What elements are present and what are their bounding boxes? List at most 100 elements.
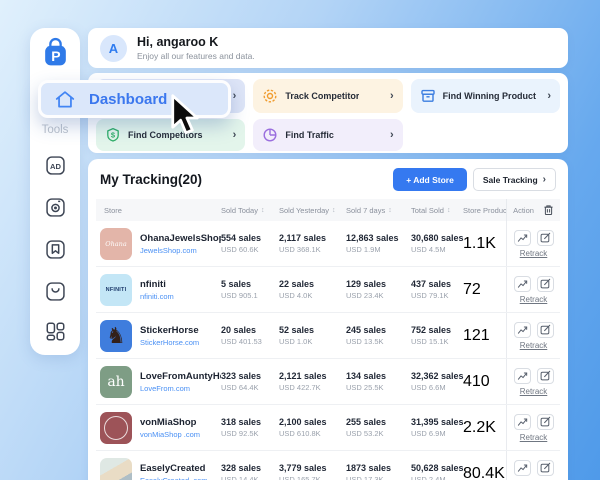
- user-avatar[interactable]: A: [100, 35, 127, 62]
- sidebar-item-ad-icon[interactable]: AD: [30, 156, 80, 175]
- dashboard-tooltip[interactable]: Dashboard: [38, 80, 231, 118]
- edit-icon-button[interactable]: [537, 414, 554, 430]
- action-cell: Retrack: [506, 267, 560, 312]
- sold-yesterday-cell: 3,779 sales USD 165.7K: [279, 463, 346, 480]
- chart-icon-button[interactable]: [514, 230, 531, 246]
- nav-card-find-traffic[interactable]: Find Traffic ›: [253, 119, 402, 151]
- store-products-cell: 2.2K: [463, 419, 506, 437]
- chart-icon-button[interactable]: [514, 460, 531, 476]
- store-avatar: [100, 412, 132, 444]
- edit-icon-button[interactable]: [537, 230, 554, 246]
- table-row: NFINITI nfiniti nfiniti.com 5 sales USD …: [96, 267, 560, 313]
- greeting-card: A Hi, angaroo K Enjoy all our features a…: [88, 28, 568, 68]
- table-row: vonMiaShop vonMiaShop .com 318 sales USD…: [96, 405, 560, 451]
- store-url-link[interactable]: LoveFrom.com: [140, 384, 221, 393]
- chevron-right-icon: ›: [233, 90, 237, 102]
- chevron-right-icon: ›: [390, 129, 394, 141]
- retrack-link[interactable]: Retrack: [520, 295, 548, 304]
- chart-icon-button[interactable]: [514, 368, 531, 384]
- action-cell: Retrack: [506, 221, 560, 266]
- store-name: vonMiaShop: [140, 417, 200, 428]
- sale-tracking-button[interactable]: Sale Tracking ›: [473, 168, 556, 191]
- store-url-link[interactable]: JewelsShop.com: [140, 246, 221, 255]
- edit-icon-button[interactable]: [537, 460, 554, 476]
- app-logo-bag-icon[interactable]: P: [30, 37, 80, 68]
- retrack-link[interactable]: Retrack: [520, 433, 548, 442]
- retrack-link[interactable]: Retrack: [520, 387, 548, 396]
- total-sold-cell: 50,628 sales USD 2.4M: [411, 463, 463, 480]
- sidebar-item-bookmark-icon[interactable]: [30, 240, 80, 259]
- action-cell: Retrack: [506, 451, 560, 480]
- sold-today-cell: 5 sales USD 905.1: [221, 279, 279, 300]
- sidebar-item-shop-bag-icon[interactable]: [30, 282, 80, 301]
- retrack-link[interactable]: Retrack: [520, 341, 548, 350]
- svg-text:AD: AD: [50, 162, 61, 171]
- chevron-right-icon: ›: [543, 174, 546, 185]
- sold-7days-cell: 1873 sales USD 17.3K: [346, 463, 411, 480]
- sold-today-cell: 554 sales USD 60.6K: [221, 233, 279, 254]
- home-icon: [54, 89, 76, 110]
- store-avatar: [100, 458, 132, 480]
- chart-icon-button[interactable]: [514, 414, 531, 430]
- target-icon: [262, 88, 278, 104]
- edit-icon-button[interactable]: [537, 276, 554, 292]
- store-products-cell: 80.4K: [463, 465, 506, 480]
- trash-icon[interactable]: [543, 204, 554, 216]
- store-name: nfiniti: [140, 279, 174, 290]
- column-header-sold-today[interactable]: Sold Today↕: [221, 206, 279, 215]
- total-sold-cell: 437 sales USD 79.1K: [411, 279, 463, 300]
- retrack-link[interactable]: Retrack: [520, 249, 548, 258]
- sold-today-cell: 318 sales USD 92.5K: [221, 417, 279, 438]
- nav-card-track-competitor[interactable]: Track Competitor ›: [253, 79, 402, 113]
- svg-text:P: P: [51, 48, 60, 64]
- table-header-row: Store Sold Today↕ Sold Yesterday↕ Sold 7…: [96, 199, 560, 221]
- column-header-sold-7days[interactable]: Sold 7 days↕: [346, 206, 411, 215]
- chart-icon-button[interactable]: [514, 322, 531, 338]
- sold-today-cell: 20 sales USD 401.53: [221, 325, 279, 346]
- store-url-link[interactable]: nfiniti.com: [140, 292, 174, 301]
- store-url-link[interactable]: StickerHorse.com: [140, 338, 199, 347]
- sidebar: P Tools AD: [30, 28, 80, 355]
- chevron-right-icon: ›: [233, 129, 237, 141]
- table-row: ♞ StickerHorse StickerHorse.com 20 sales…: [96, 313, 560, 359]
- sort-icon: ↕: [332, 207, 336, 214]
- greeting-title: Hi, angaroo K: [137, 35, 255, 49]
- store-avatar: Ohana: [100, 228, 132, 260]
- sidebar-item-apps-grid-icon[interactable]: [30, 322, 80, 341]
- column-header-total-sold[interactable]: Total Sold↕: [411, 206, 463, 215]
- store-products-cell: 1.1K: [463, 235, 506, 253]
- edit-icon-button[interactable]: [537, 368, 554, 384]
- store-products-cell: 410: [463, 373, 506, 391]
- sold-yesterday-cell: 52 sales USD 1.0K: [279, 325, 346, 346]
- nav-card-find-winning-product[interactable]: Find Winning Product ›: [411, 79, 560, 113]
- sold-yesterday-cell: 2,100 sales USD 610.8K: [279, 417, 346, 438]
- nav-card-find-competitors[interactable]: $ Find Competitors ›: [96, 119, 245, 151]
- store-url-link[interactable]: vonMiaShop .com: [140, 430, 200, 439]
- column-header-store: Store: [96, 206, 221, 215]
- action-cell: Retrack: [506, 359, 560, 404]
- column-header-sold-yesterday[interactable]: Sold Yesterday↕: [279, 206, 346, 215]
- column-header-action: Action: [506, 199, 560, 221]
- sold-7days-cell: 245 sales USD 13.5K: [346, 325, 411, 346]
- store-name: StickerHorse: [140, 325, 199, 336]
- sold-7days-cell: 134 sales USD 25.5K: [346, 371, 411, 392]
- sidebar-item-product-box-icon[interactable]: [30, 198, 80, 217]
- store-avatar: ♞: [100, 320, 132, 352]
- chart-icon-button[interactable]: [514, 276, 531, 292]
- tracking-title: My Tracking(20): [100, 172, 202, 187]
- table-row: EaselyCreated EaselyCreated .com 328 sal…: [96, 451, 560, 480]
- edit-icon-button[interactable]: [537, 322, 554, 338]
- column-header-store-products: Store Products: [463, 206, 506, 215]
- store-url-link[interactable]: EaselyCreated .com: [140, 476, 208, 480]
- sold-yesterday-cell: 22 sales USD 4.0K: [279, 279, 346, 300]
- greeting-subtitle: Enjoy all our features and data.: [137, 51, 255, 61]
- sort-icon: ↕: [261, 207, 265, 214]
- store-name: LoveFromAuntyHelen: [140, 371, 221, 382]
- add-store-button[interactable]: + Add Store: [393, 168, 467, 191]
- store-products-cell: 72: [463, 281, 506, 299]
- store-products-cell: 121: [463, 327, 506, 345]
- store-name: OhanaJewelsShop: [140, 233, 221, 244]
- action-cell: Retrack: [506, 313, 560, 358]
- chevron-right-icon: ›: [390, 90, 394, 102]
- sold-yesterday-cell: 2,121 sales USD 422.7K: [279, 371, 346, 392]
